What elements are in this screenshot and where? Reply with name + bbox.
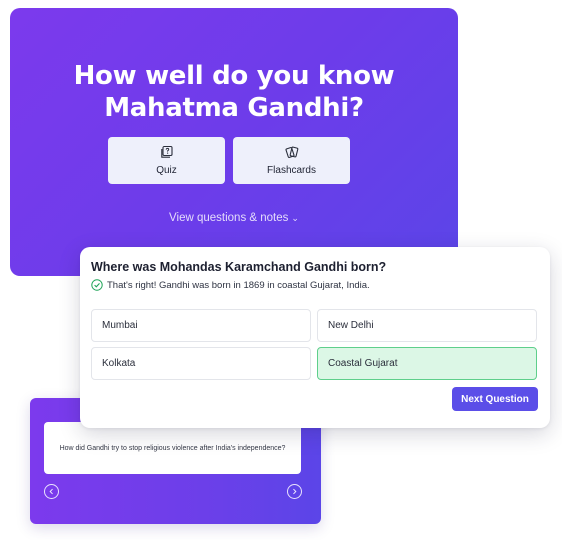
page-title: How well do you know Mahatma Gandhi?	[73, 61, 395, 123]
hero-card: How well do you know Mahatma Gandhi? Qui…	[10, 8, 458, 276]
answer-feedback: That's right! Gandhi was born in 1869 in…	[91, 279, 370, 291]
next-question-label: Next Question	[461, 393, 529, 405]
flashcards-button[interactable]: Flashcards	[233, 137, 350, 184]
cards-icon	[284, 146, 298, 158]
previous-card-button[interactable]	[44, 484, 59, 499]
answer-option-kolkata[interactable]: Kolkata	[91, 347, 311, 380]
answer-option-label: New Delhi	[328, 320, 374, 331]
flashcard-question: How did Gandhi try to stop religious vio…	[59, 444, 286, 452]
flashcards-button-label: Flashcards	[267, 165, 316, 176]
answer-option-label: Kolkata	[102, 358, 136, 369]
next-question-button[interactable]: Next Question	[452, 387, 538, 411]
answer-option-new-delhi[interactable]: New Delhi	[317, 309, 537, 342]
chevron-right-icon	[293, 488, 297, 495]
check-circle-icon	[91, 279, 103, 291]
quiz-question-card: Where was Mohandas Karamchand Gandhi bor…	[80, 247, 550, 428]
answer-option-coastal-gujarat[interactable]: Coastal Gujarat	[317, 347, 537, 380]
answer-option-label: Mumbai	[102, 320, 138, 331]
chevron-left-icon	[49, 488, 53, 495]
answer-option-mumbai[interactable]: Mumbai	[91, 309, 311, 342]
view-questions-link[interactable]: View questions & notes ⌄	[10, 212, 458, 224]
quiz-button[interactable]: Quiz	[108, 137, 225, 184]
view-questions-label: View questions & notes	[169, 212, 289, 224]
answer-option-label: Coastal Gujarat	[328, 358, 398, 369]
feedback-text: That's right! Gandhi was born in 1869 in…	[107, 279, 370, 291]
question-text: Where was Mohandas Karamchand Gandhi bor…	[91, 260, 387, 274]
quiz-button-label: Quiz	[156, 165, 177, 176]
flashcard-face[interactable]: How did Gandhi try to stop religious vio…	[44, 422, 301, 474]
next-card-button[interactable]	[287, 484, 302, 499]
question-box-icon	[160, 145, 173, 158]
chevron-down-icon: ⌄	[291, 213, 299, 223]
